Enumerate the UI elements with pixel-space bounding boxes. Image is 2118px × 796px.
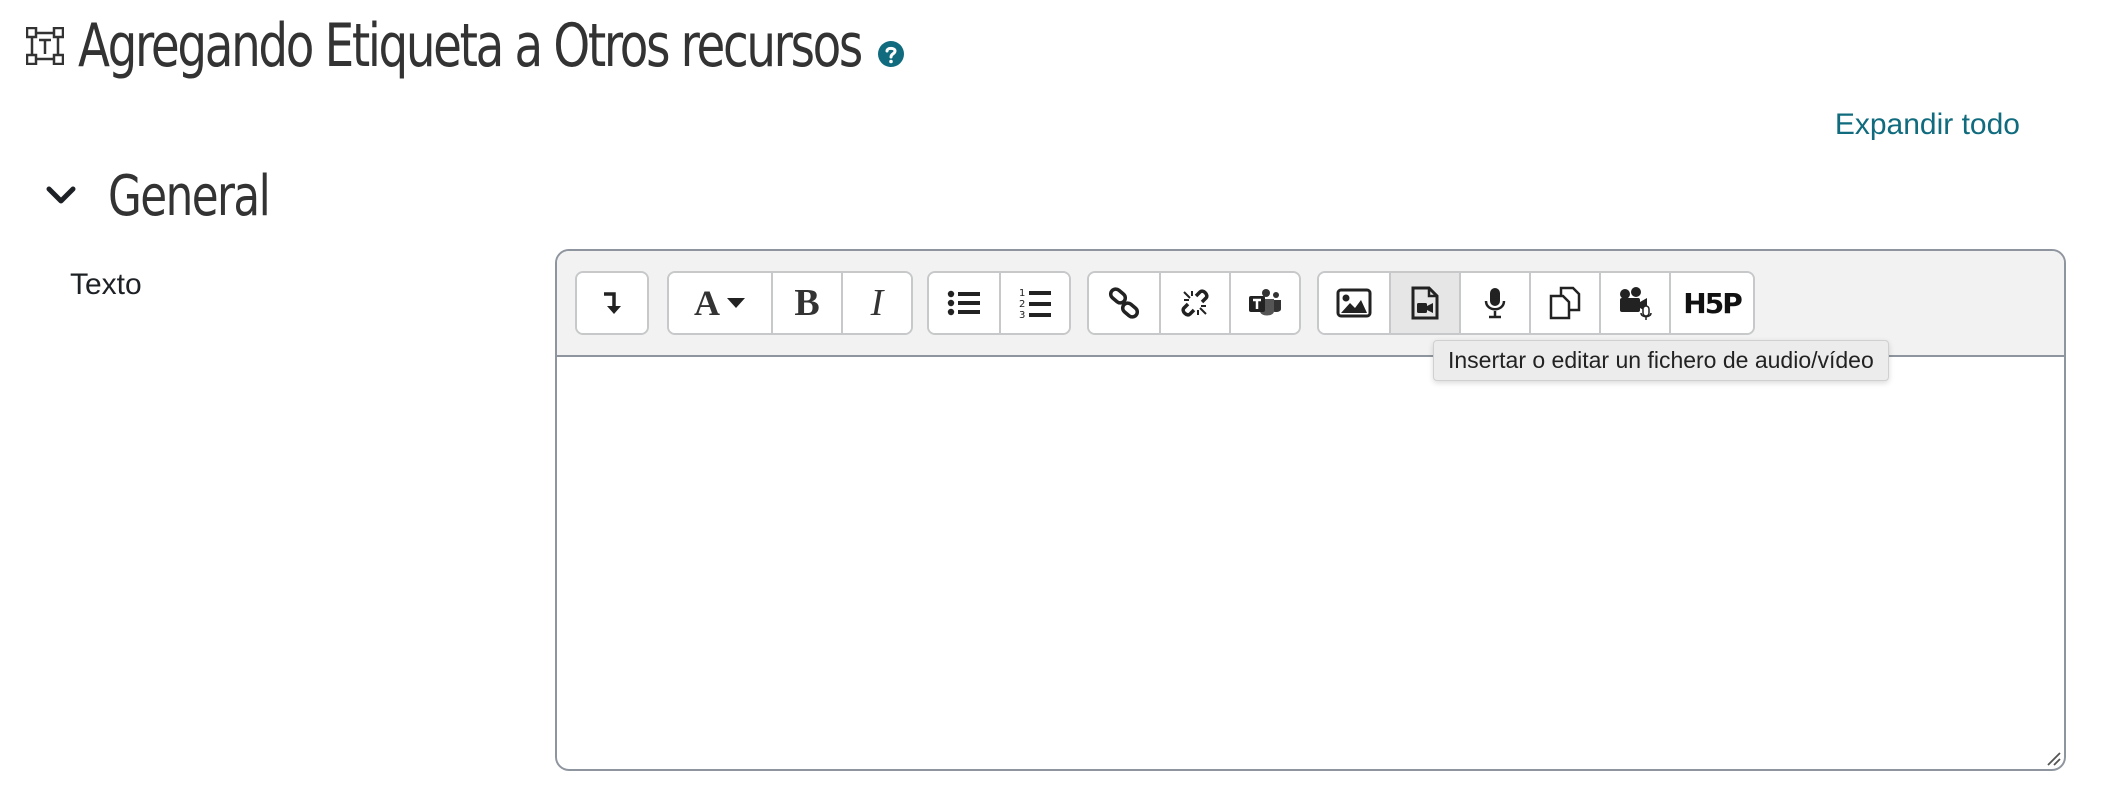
video-file-icon [1411,286,1439,320]
svg-text:3: 3 [1019,310,1025,320]
toolbar-group-lists: 1 2 3 [927,271,1071,335]
record-audio-button[interactable] [1459,273,1529,333]
h5p-button[interactable]: H5P [1669,273,1753,333]
record-video-button[interactable] [1599,273,1669,333]
paragraph-styles-button[interactable]: A [669,273,771,333]
numbered-list-icon: 1 2 3 [1019,288,1051,320]
toolbar-group-media: H5P [1317,271,1755,335]
page-header: Agregando Etiqueta a Otros recursos [26,6,1082,86]
arrow-down-turn-icon [604,292,621,314]
h5p-label: H5P [1683,286,1742,320]
teams-icon [1249,289,1281,316]
text-editor: A B I 1 2 3 H5P [555,249,2066,771]
ordered-list-button[interactable]: 1 2 3 [999,273,1069,333]
unlink-button[interactable] [1159,273,1229,333]
caret-down-icon [727,298,745,308]
files-icon [1549,286,1581,320]
chevron-down-icon[interactable] [44,178,78,212]
media-button[interactable] [1389,273,1459,333]
italic-label: I [870,282,884,324]
toolbar-group-style: A B I [667,271,913,335]
resize-handle-icon[interactable] [2044,749,2062,767]
bullet-list-icon [947,290,980,316]
italic-button[interactable]: I [841,273,911,333]
help-icon[interactable] [877,40,905,68]
media-button-tooltip: Insertar o editar un fichero de audio/ví… [1433,340,1889,381]
microphone-icon [1484,288,1506,319]
manage-files-button[interactable] [1529,273,1599,333]
field-label: Texto [70,268,142,301]
image-button[interactable] [1319,273,1389,333]
svg-text:2: 2 [1019,299,1025,310]
section-title: General [108,164,271,229]
image-icon [1336,288,1372,318]
label-module-icon [26,27,64,65]
toolbar-group-more [575,271,649,335]
expand-all-link[interactable]: Expandir todo [1835,108,2020,142]
show-more-button[interactable] [577,273,647,333]
link-button[interactable] [1089,273,1159,333]
editor-content-area[interactable] [557,357,2064,769]
video-camera-icon [1620,287,1652,320]
paragraph-styles-label: A [694,283,720,323]
bold-label: B [794,282,820,324]
unlink-icon [1181,289,1209,317]
bold-button[interactable]: B [771,273,841,333]
link-icon [1108,287,1140,319]
svg-text:1: 1 [1019,288,1025,299]
toolbar-group-links [1087,271,1301,335]
page-title: Agregando Etiqueta a Otros recursos [78,11,863,81]
unordered-list-button[interactable] [929,273,999,333]
teams-meeting-button[interactable] [1229,273,1299,333]
